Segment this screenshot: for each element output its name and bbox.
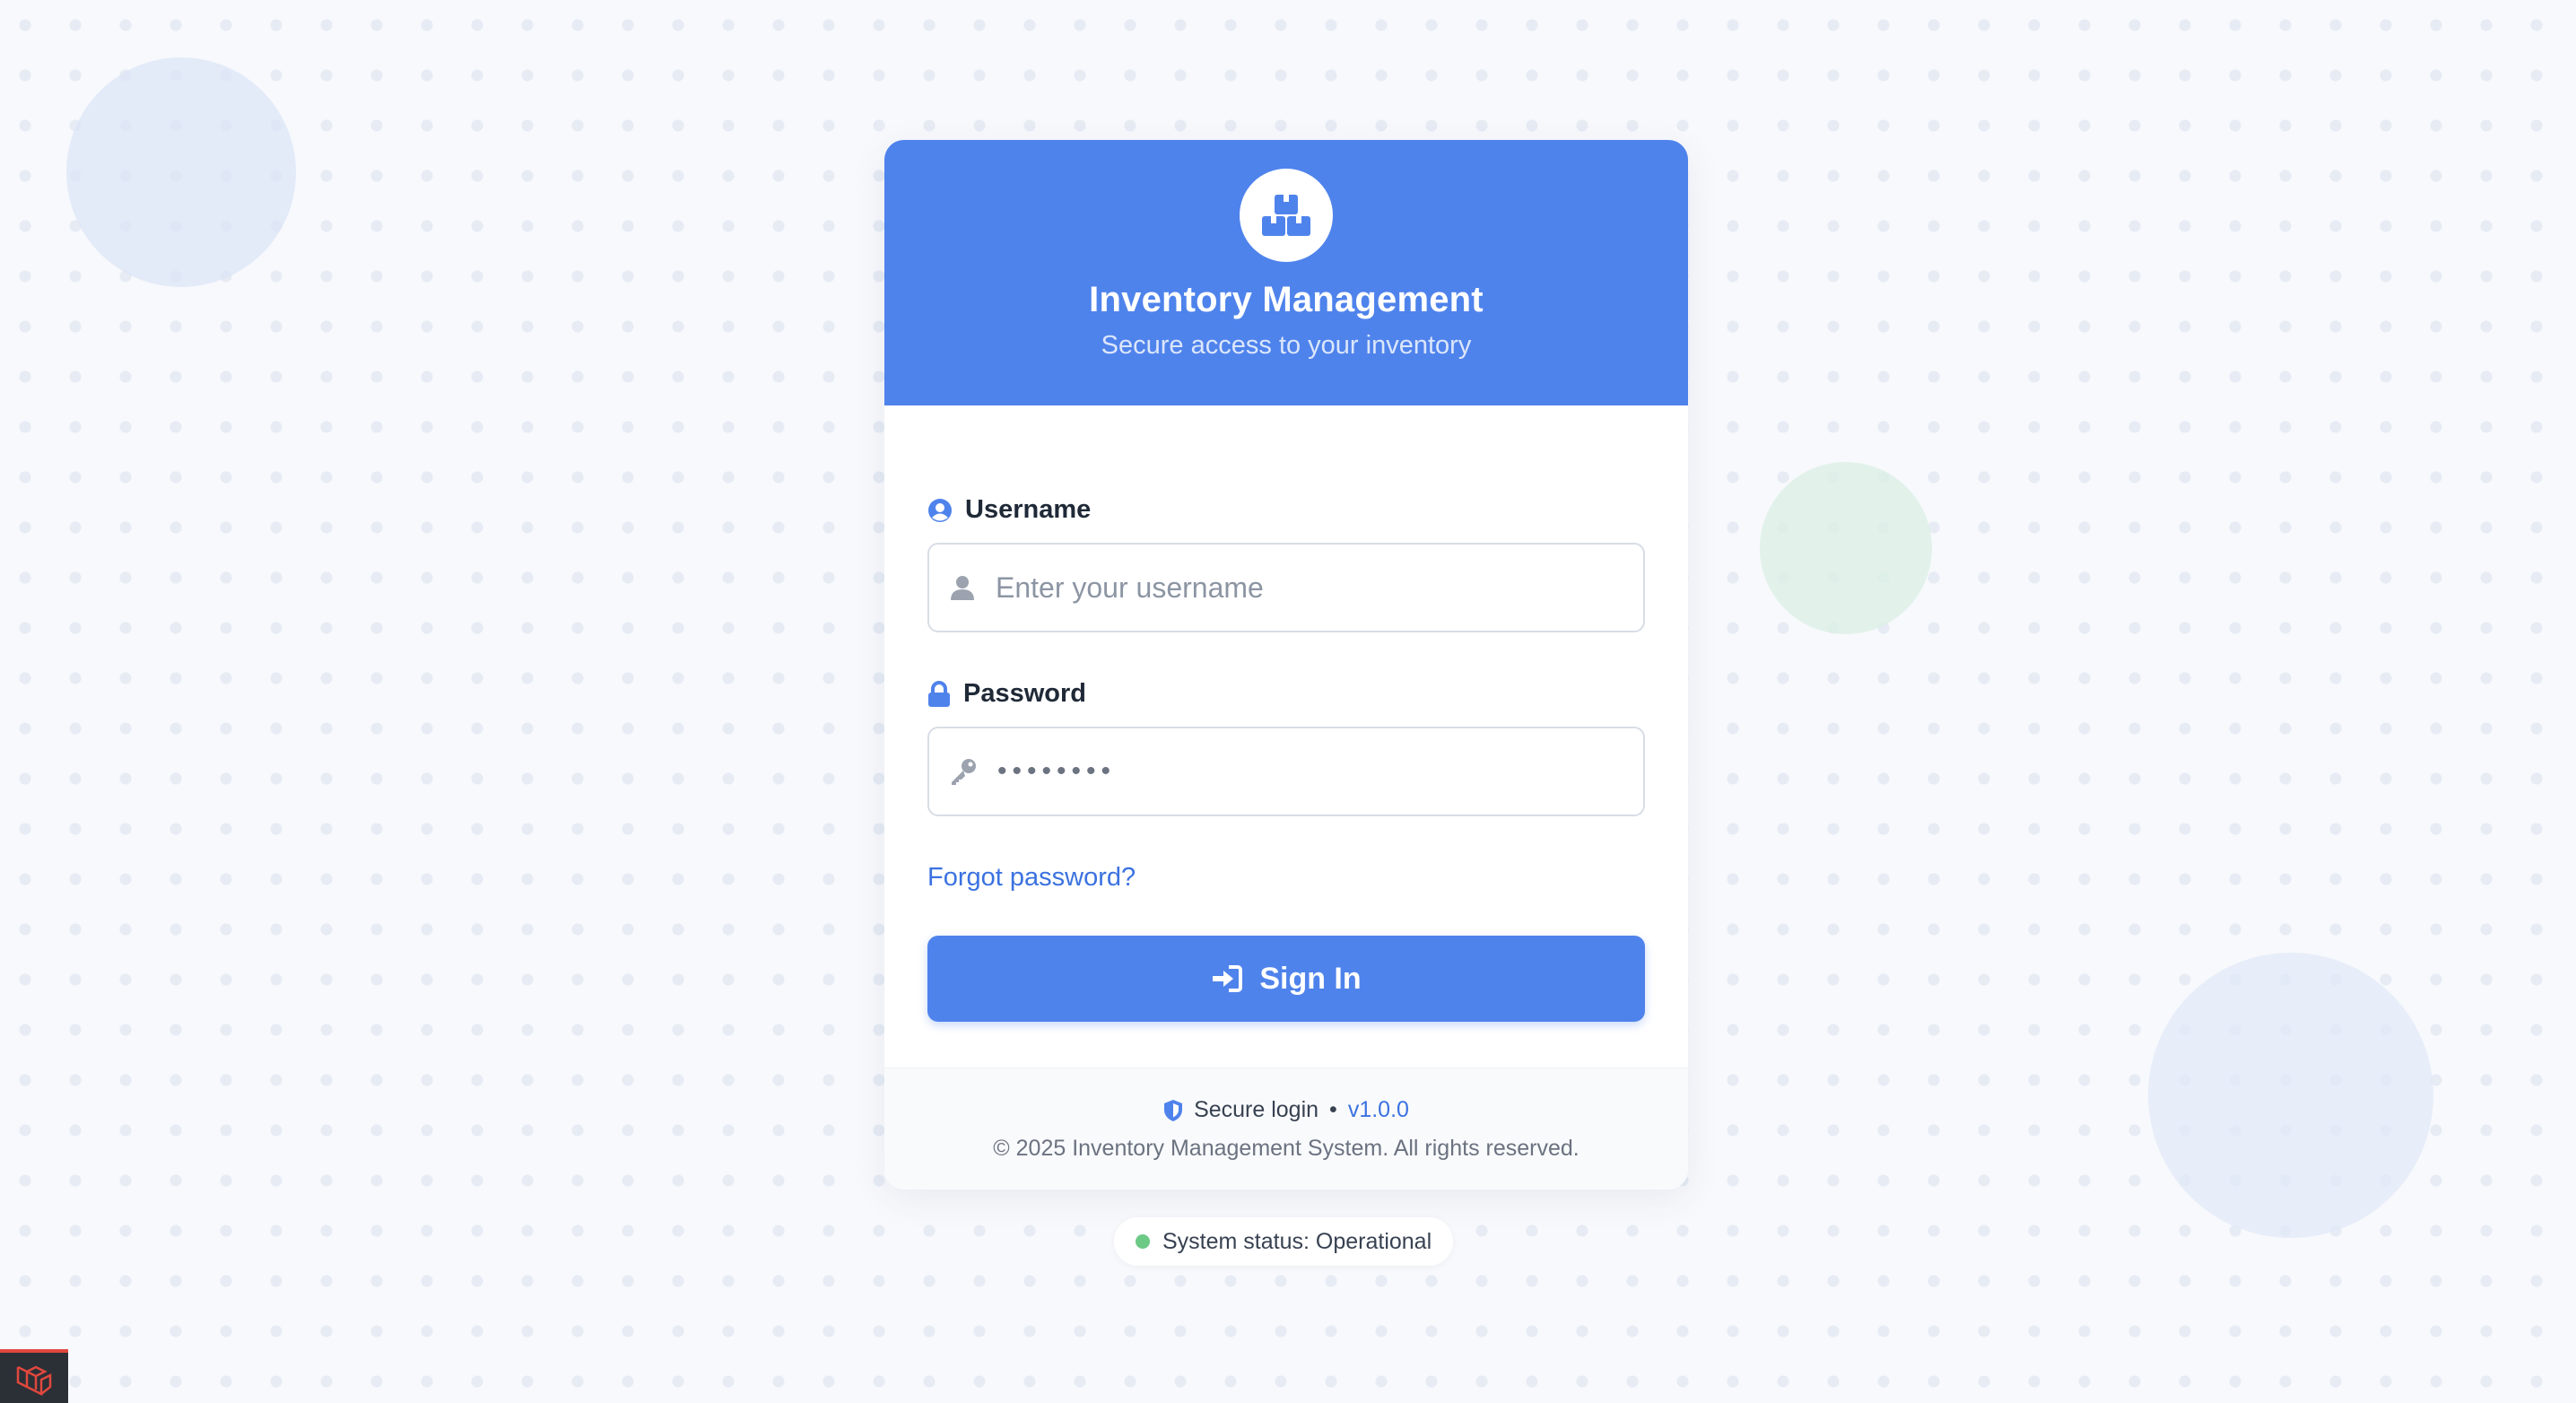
password-label: Password bbox=[927, 679, 1645, 709]
username-input[interactable] bbox=[996, 571, 1643, 605]
version-label: v1.0.0 bbox=[1347, 1097, 1409, 1122]
lock-icon bbox=[928, 680, 950, 707]
secure-login-text: Secure login bbox=[1194, 1097, 1319, 1122]
status-dot-icon bbox=[1136, 1234, 1150, 1249]
login-card: Inventory Management Secure access to yo… bbox=[884, 140, 1688, 1190]
app-subtitle: Secure access to your inventory bbox=[1101, 331, 1472, 360]
laravel-debug-icon[interactable] bbox=[0, 1349, 68, 1403]
system-status-text: System status: Operational bbox=[1162, 1228, 1432, 1254]
card-footer: Secure login • v1.0.0 © 2025 Inventory M… bbox=[884, 1068, 1688, 1190]
secure-login-info: Secure login • v1.0.0 bbox=[884, 1097, 1688, 1123]
sign-in-icon bbox=[1213, 965, 1243, 992]
background-blob bbox=[66, 57, 296, 287]
sign-in-label: Sign In bbox=[1259, 961, 1362, 996]
background-blob bbox=[1760, 462, 1932, 634]
username-field[interactable] bbox=[927, 543, 1645, 632]
login-form: Username Password •••••••• Forgot p bbox=[884, 405, 1688, 1022]
background-blob bbox=[2148, 953, 2433, 1238]
sign-in-button[interactable]: Sign In bbox=[927, 936, 1645, 1022]
boxes-icon bbox=[1262, 195, 1310, 236]
password-field[interactable]: •••••••• bbox=[927, 727, 1645, 816]
username-label-text: Username bbox=[965, 495, 1092, 524]
user-circle-icon bbox=[928, 498, 952, 522]
separator-dot: • bbox=[1329, 1097, 1337, 1122]
copyright-text: © 2025 Inventory Management System. All … bbox=[993, 1136, 1580, 1161]
password-label-text: Password bbox=[963, 679, 1086, 708]
logo bbox=[1240, 169, 1333, 262]
app-title: Inventory Management bbox=[1089, 280, 1484, 319]
system-status-badge: System status: Operational bbox=[1114, 1217, 1454, 1266]
username-label: Username bbox=[927, 495, 1645, 525]
shield-icon bbox=[1164, 1099, 1183, 1121]
card-header: Inventory Management Secure access to yo… bbox=[884, 140, 1688, 405]
user-icon bbox=[951, 576, 974, 600]
forgot-password-link[interactable]: Forgot password? bbox=[927, 863, 1136, 893]
key-icon bbox=[952, 759, 976, 785]
laravel-logo-icon bbox=[16, 1365, 52, 1396]
password-input[interactable]: •••••••• bbox=[997, 756, 1116, 787]
